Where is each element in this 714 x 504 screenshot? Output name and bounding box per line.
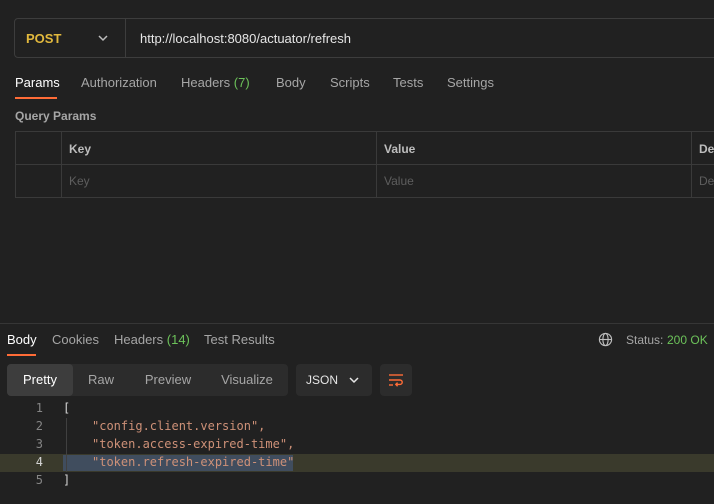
chevron-down-icon: [349, 377, 359, 384]
code-text: [: [63, 401, 71, 415]
code-line: 3 "token.access-expired-time",: [0, 436, 714, 454]
code-text: "token.access-expired-time",: [92, 437, 295, 451]
tab-body[interactable]: Body: [276, 75, 306, 90]
response-divider[interactable]: [0, 323, 714, 324]
method-select[interactable]: POST: [15, 19, 126, 57]
format-select[interactable]: JSON: [296, 364, 372, 396]
column-header-description: De: [699, 142, 714, 156]
response-tab-body[interactable]: Body: [7, 332, 37, 347]
response-tab-test-results[interactable]: Test Results: [204, 332, 275, 347]
tab-headers[interactable]: Headers (7): [181, 75, 250, 90]
code-line: 2 "config.client.version",: [0, 418, 714, 436]
wrap-lines-button[interactable]: [380, 364, 412, 396]
query-params-title: Query Params: [15, 109, 97, 123]
view-raw-button[interactable]: Raw: [79, 364, 123, 396]
format-label: JSON: [306, 373, 339, 387]
response-tab-cookies[interactable]: Cookies: [52, 332, 99, 347]
code-text: "token.refresh-expired-time": [92, 455, 295, 469]
line-number: 5: [35, 473, 43, 487]
method-label: POST: [26, 31, 62, 46]
code-line: 5 ]: [0, 472, 714, 490]
column-header-key: Key: [69, 142, 92, 156]
code-line-text-overlay: "token.refresh-expired-time": [0, 454, 714, 472]
chevron-down-icon: [98, 35, 108, 42]
line-number: 3: [35, 437, 43, 451]
value-input[interactable]: Value: [384, 174, 414, 188]
tab-authorization[interactable]: Authorization: [81, 75, 157, 90]
response-headers-count: (14): [166, 332, 190, 347]
tab-tests[interactable]: Tests: [393, 75, 423, 90]
active-tab-indicator: [15, 97, 57, 99]
tab-settings[interactable]: Settings: [447, 75, 494, 90]
code-line: 1 [: [0, 400, 714, 418]
wrap-lines-icon: [389, 374, 403, 387]
globe-icon[interactable]: [598, 332, 613, 347]
status-label: Status:: [626, 333, 664, 347]
row-divider: [16, 164, 714, 165]
column-header-value: Value: [384, 142, 416, 156]
code-text: ]: [63, 473, 71, 487]
view-mode-group: Pretty Raw Preview Visualize: [7, 364, 288, 396]
tab-params[interactable]: Params: [15, 75, 60, 90]
view-pretty-button[interactable]: Pretty: [7, 364, 73, 396]
response-tab-headers[interactable]: Headers (14): [114, 332, 190, 347]
status-value[interactable]: 200 OK: [667, 333, 708, 347]
code-text: "config.client.version",: [92, 419, 266, 433]
key-input[interactable]: Key: [69, 174, 90, 188]
url-bar: POST http://localhost:8080/actuator/refr…: [14, 18, 714, 58]
url-input[interactable]: http://localhost:8080/actuator/refresh: [140, 31, 351, 46]
line-number: 2: [35, 419, 43, 433]
headers-count: (7): [233, 75, 250, 90]
description-input[interactable]: De: [699, 174, 714, 188]
line-number: 1: [35, 401, 43, 415]
view-preview-button[interactable]: Preview: [135, 364, 201, 396]
active-response-tab-indicator: [7, 354, 36, 356]
view-visualize-button[interactable]: Visualize: [213, 364, 281, 396]
tab-scripts[interactable]: Scripts: [330, 75, 370, 90]
query-params-table: Key Value De Key Value De: [15, 131, 714, 198]
indent-guide: [66, 418, 67, 472]
